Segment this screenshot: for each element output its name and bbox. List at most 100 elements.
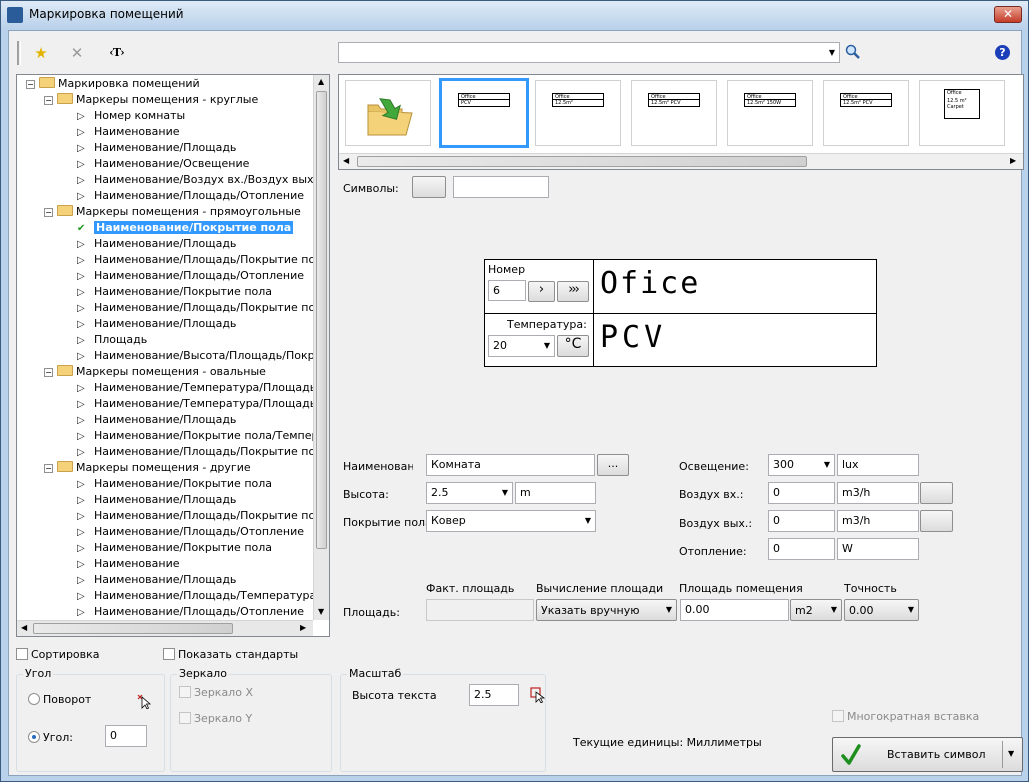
radio-circle[interactable] [28, 731, 40, 743]
checkbox-box[interactable] [179, 712, 191, 724]
angle-radio[interactable]: Угол: [28, 731, 73, 744]
scroll-left-icon[interactable]: ◀ [21, 623, 27, 632]
precision-combo[interactable]: 0.00 ▼ [844, 599, 919, 621]
text-height-field[interactable]: 2.5 [469, 684, 519, 706]
tree-leaf[interactable]: ▷ Наименование/Площадь [77, 572, 236, 588]
tree-leaf[interactable]: ▷ Наименование/Воздух вх./Воздух вых. [77, 172, 317, 188]
tree-folder[interactable]: − Маркеры помещения - прямоугольные [44, 204, 301, 220]
mirror-y-checkbox[interactable]: Зеркало Y [179, 712, 252, 725]
heating-unit-field[interactable]: W [837, 538, 919, 560]
tree-leaf[interactable]: ▷ Наименование/Площадь [77, 412, 236, 428]
symbols-button[interactable] [412, 176, 446, 198]
scroll-right-icon[interactable]: ▶ [300, 623, 306, 632]
tree-folder[interactable]: − Маркеры помещения - круглые [44, 92, 258, 108]
mirror-x-checkbox[interactable]: Зеркало X [179, 686, 253, 699]
sort-checkbox[interactable]: Сортировка [16, 648, 100, 661]
search-icon[interactable] [845, 44, 861, 60]
text-tool-icon[interactable]: ‹T› [103, 43, 131, 63]
tree-leaf[interactable]: ▷ Наименование/Площадь/Отопление [77, 188, 304, 204]
name-field[interactable]: Комната [426, 454, 595, 476]
tree-leaf[interactable]: ▷ Наименование [77, 556, 179, 572]
air-in-button[interactable] [920, 482, 953, 504]
show-standards-checkbox[interactable]: Показать стандарты [163, 648, 298, 661]
symbols-field[interactable] [453, 176, 549, 198]
tree-leaf[interactable]: ▷ Наименование/Площадь [77, 236, 236, 252]
gallery-scrollbar[interactable]: ◀ ▶ [339, 153, 1023, 169]
air-out-unit-field[interactable]: m3/h [837, 510, 919, 532]
checkbox-box[interactable] [179, 686, 191, 698]
gallery-tile[interactable]: Office 12.5m² PCV [823, 80, 909, 146]
scroll-left-icon[interactable]: ◀ [343, 156, 349, 165]
gallery-tile[interactable]: Office 12.5m² [535, 80, 621, 146]
marker-tree[interactable]: − Маркировка помещений − Маркеры помещения… [16, 74, 330, 637]
floor-combo[interactable]: Ковер ▼ [426, 510, 596, 532]
symbol-gallery[interactable]: Office PCV Office 12.5m² Office 12.5m² PCV Off… [338, 74, 1024, 170]
star-icon[interactable]: ★ [31, 43, 51, 63]
tree-leaf[interactable]: ▷ Наименование [77, 124, 179, 140]
checkbox-box[interactable] [832, 710, 844, 722]
temperature-unit-button[interactable]: °C [557, 335, 589, 357]
next-all-button[interactable]: ››› [557, 281, 589, 302]
tree-folder[interactable]: − Маркеры помещения - овальные [44, 364, 266, 380]
height-combo[interactable]: 2.5 ▼ [426, 482, 513, 504]
tree-horizontal-scrollbar[interactable]: ◀ ▶ [17, 620, 313, 636]
tree-folder[interactable]: − Маркеры помещения - другие [44, 460, 251, 476]
tree-leaf[interactable]: ▷ Наименование/Площадь/Отопление [77, 268, 304, 284]
next-number-button[interactable]: › [528, 281, 555, 302]
air-out-field[interactable]: 0 [768, 510, 835, 532]
tree-leaf[interactable]: ▷ Наименование/Покрытие пола [77, 476, 272, 492]
tree-scroll-thumb[interactable] [316, 91, 327, 549]
tree-leaf[interactable]: ▷ Площадь [77, 332, 147, 348]
angle-field[interactable]: 0 [105, 725, 147, 747]
temperature-combo[interactable]: 20 ▼ [488, 335, 555, 357]
height-unit-field[interactable]: m [515, 482, 596, 504]
area-unit-combo[interactable]: m2 ▼ [790, 599, 842, 621]
checkbox-box[interactable] [16, 648, 28, 660]
heating-field[interactable]: 0 [768, 538, 835, 560]
name-browse-button[interactable]: ... [597, 454, 629, 476]
tree-leaf[interactable]: ▷ Наименование/Температура/Площадь/Отоп [77, 396, 329, 412]
tree-leaf[interactable]: ✔ Наименование/Покрытие пола [77, 220, 294, 236]
scroll-down-icon[interactable]: ▼ [318, 607, 324, 616]
tree-hscroll-thumb[interactable] [33, 623, 233, 634]
gallery-tile[interactable]: Office 12.5 m² Carpet [919, 80, 1005, 146]
tree-leaf[interactable]: ▷ Наименование/Площадь/Температура [77, 588, 316, 604]
tree-leaf[interactable]: ▷ Наименование/Покрытие пола/Температур [77, 428, 329, 444]
scroll-right-icon[interactable]: ▶ [1010, 156, 1016, 165]
rotation-radio[interactable]: Поворот [28, 693, 91, 706]
air-in-unit-field[interactable]: m3/h [837, 482, 919, 504]
area-room-field[interactable]: 0.00 [680, 599, 789, 621]
tree-leaf[interactable]: ▷ Наименование/Площадь [77, 316, 236, 332]
tree-leaf[interactable]: ▷ Наименование/Площадь/Отопление [77, 524, 304, 540]
collapse-icon[interactable]: − [44, 96, 53, 105]
chevron-down-icon[interactable]: ▼ [1008, 749, 1014, 758]
collapse-icon[interactable]: − [26, 80, 35, 89]
tree-root[interactable]: − Маркировка помещений [26, 76, 200, 92]
tree-leaf[interactable]: ▷ Наименование/Площадь/Покрытие пола/Т [77, 444, 329, 460]
search-input[interactable]: ▼ [338, 42, 840, 63]
close-button[interactable]: ✕ [994, 6, 1022, 23]
collapse-icon[interactable]: − [44, 464, 53, 473]
tree-vertical-scrollbar[interactable]: ▲ ▼ [313, 75, 329, 620]
scroll-up-icon[interactable]: ▲ [318, 77, 324, 86]
gallery-tile[interactable]: Office PCV [439, 78, 529, 148]
tree-leaf[interactable]: ▷ Наименование/Освещение [77, 156, 249, 172]
tree-leaf[interactable]: ▷ Наименование/Площадь [77, 492, 236, 508]
multi-insert-checkbox[interactable]: Многократная вставка [832, 710, 979, 723]
gallery-scroll-thumb[interactable] [357, 156, 807, 167]
collapse-icon[interactable]: − [44, 208, 53, 217]
pick-angle-icon[interactable] [136, 693, 152, 709]
tree-leaf[interactable]: ▷ Наименование/Площадь/Покрытие пола [77, 300, 329, 316]
air-out-button[interactable] [920, 510, 953, 532]
tree-leaf[interactable]: ▷ Наименование/Покрытие пола [77, 284, 272, 300]
gallery-tile[interactable]: Office 12.5m² PCV [631, 80, 717, 146]
checkbox-box[interactable] [163, 648, 175, 660]
light-combo[interactable]: 300 ▼ [768, 454, 835, 476]
air-in-field[interactable]: 0 [768, 482, 835, 504]
tree-leaf[interactable]: ▷ Наименование/Площадь [77, 140, 236, 156]
number-field[interactable]: 6 [488, 280, 526, 301]
tree-leaf[interactable]: ▷ Наименование/Площадь/Покрытие пола [77, 252, 329, 268]
help-icon[interactable]: ? [995, 45, 1010, 60]
gallery-tile[interactable]: Office 12.5m² 150W [727, 80, 813, 146]
tree-leaf[interactable]: ▷ Наименование/Площадь/Отопление [77, 604, 304, 620]
